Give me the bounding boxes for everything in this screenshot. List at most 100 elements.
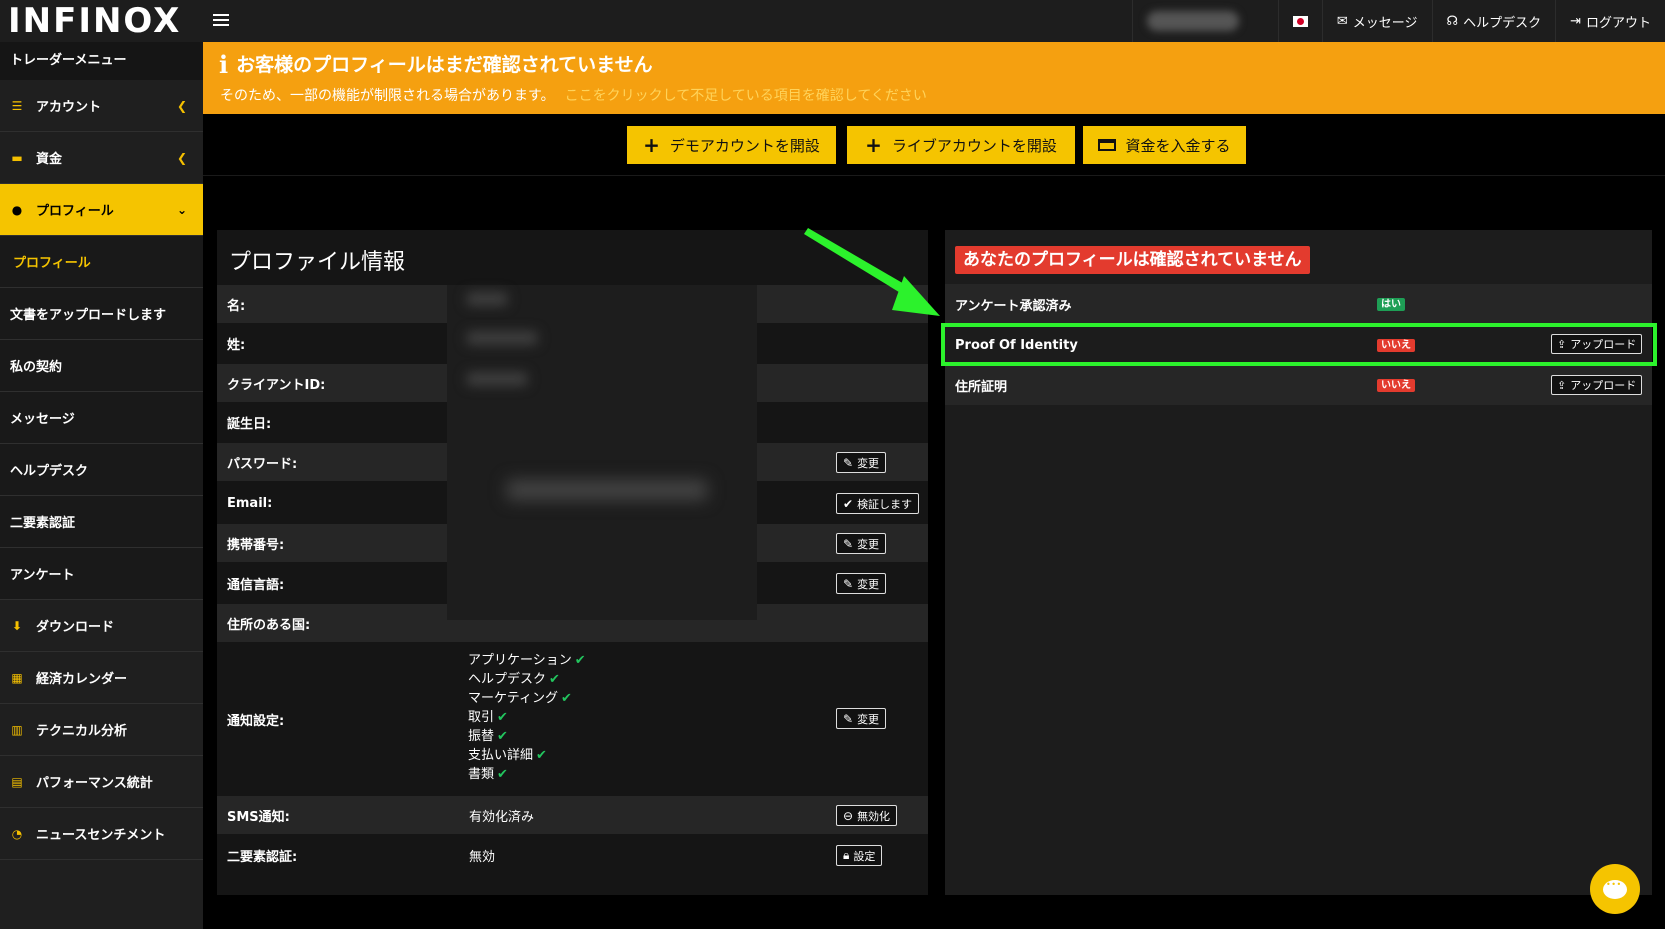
button-label: ライブアカウントを開設 <box>891 136 1057 155</box>
sidebar-item-label: ニュースセンチメント <box>36 828 166 843</box>
list-icon: ☰ <box>11 98 23 113</box>
jp-flag-icon <box>1292 15 1308 27</box>
user-account-menu[interactable] <box>1131 0 1278 42</box>
sidebar-item-label: アカウント <box>36 100 102 115</box>
sidebar-item-profile[interactable]: ● プロフィール ⌄ <box>0 184 203 236</box>
edit-icon: ✎ <box>843 455 854 470</box>
sidebar-item-label: 二要素認証 <box>10 516 76 531</box>
sidebar-subitem-my-contracts[interactable]: 私の契約 <box>0 340 203 392</box>
notification-item: 書類 ✔ <box>468 765 586 784</box>
open-live-account-button[interactable]: + ライブアカウントを開設 <box>847 126 1075 164</box>
user-icon: ● <box>11 202 23 217</box>
sidebar-item-label: 経済カレンダー <box>36 672 128 687</box>
sidebar-item-economic-calendar[interactable]: ▦ 経済カレンダー <box>0 652 203 704</box>
banner-title: お客様のプロフィールはまだ確認されていません <box>236 54 653 76</box>
sidebar-subitem-messages[interactable]: メッセージ <box>0 392 203 444</box>
toggle-icon: ⊖ <box>843 808 854 823</box>
check-icon: ✔ <box>536 748 547 763</box>
row-label: 誕生日: <box>227 416 272 432</box>
redacted-blob <box>467 332 537 344</box>
button-label: 変更 <box>857 456 880 470</box>
sidebar-subitem-survey[interactable]: アンケート <box>0 548 203 600</box>
sidebar-item-label: 資金 <box>36 152 63 167</box>
disable-sms-button[interactable]: ⊖ 無効化 <box>836 805 898 826</box>
sidebar-item-performance-stats[interactable]: ▤ パフォーマンス統計 <box>0 756 203 808</box>
sidebar-item-news-sentiment[interactable]: ◔ ニュースセンチメント <box>0 808 203 860</box>
check-icon: ✔ <box>843 496 854 511</box>
top-bar: INFINOX ✉ メッセージ ☊ ヘルプデスク ⇥ ログアウト <box>0 0 1665 42</box>
notification-list: アプリケーション ✔ ヘルプデスク ✔ マーケティング ✔ 取引 ✔ 振替 ✔ 支払い詳細… <box>468 651 586 784</box>
sidebar-subitem-helpdesk[interactable]: ヘルプデスク <box>0 444 203 496</box>
menu-toggle-icon[interactable] <box>213 11 229 29</box>
row-label: 二要素認証: <box>227 849 298 865</box>
button-label: デモアカウントを開設 <box>669 136 820 155</box>
notification-item: 取引 ✔ <box>468 708 586 727</box>
notification-label: ヘルプデスク <box>468 672 547 687</box>
row-label: 住所のある国: <box>227 617 311 633</box>
sidebar-item-label: 私の契約 <box>10 360 63 375</box>
sidebar-item-label: テクニカル分析 <box>36 724 128 739</box>
bar-chart-icon: ▥ <box>11 722 23 737</box>
sidebar-subitem-profile[interactable]: プロフィール <box>0 236 203 288</box>
sidebar-item-label: プロフィール <box>13 256 91 271</box>
notification-label: 書類 <box>468 767 495 782</box>
language-selector[interactable] <box>1277 0 1322 42</box>
verify-email-button[interactable]: ✔ 検証します <box>836 493 920 514</box>
sidebar-item-label: ヘルプデスク <box>10 464 89 479</box>
row-label: アンケート承認済み <box>955 298 1072 314</box>
button-label: 設定 <box>853 849 876 863</box>
notification-label: 振替 <box>468 729 495 744</box>
wallet-icon: ▬ <box>11 150 23 165</box>
verification-title: あなたのプロフィールは確認されていません <box>955 246 1310 274</box>
check-icon: ✔ <box>497 729 508 744</box>
logout-link[interactable]: ⇥ ログアウト <box>1555 0 1665 42</box>
button-label: 変更 <box>857 712 880 726</box>
upload-address-button[interactable]: ⇪ アップロード <box>1551 375 1643 395</box>
annotation-arrow-icon <box>804 228 940 316</box>
messages-link[interactable]: ✉ メッセージ <box>1321 0 1432 42</box>
notification-item: 支払い詳細 ✔ <box>468 746 586 765</box>
chat-button[interactable] <box>1590 864 1640 914</box>
infinox-logo[interactable]: INFINOX <box>8 0 181 42</box>
edit-icon: ✎ <box>843 711 854 726</box>
redacted-blob <box>467 373 527 385</box>
row-label: 姓: <box>227 337 246 353</box>
change-language-button[interactable]: ✎ 変更 <box>836 573 887 594</box>
open-demo-account-button[interactable]: + デモアカウントを開設 <box>627 126 836 164</box>
chevron-left-icon: ❮ <box>176 150 187 165</box>
change-mobile-button[interactable]: ✎ 変更 <box>836 533 887 554</box>
sidebar-item-label: ダウンロード <box>36 620 115 635</box>
sidebar-item-download[interactable]: ⬇ ダウンロード <box>0 600 203 652</box>
sidebar-item-label: 文書をアップロードします <box>10 308 167 323</box>
deposit-funds-button[interactable]: 資金を入金する <box>1083 126 1246 164</box>
sidebar-subitem-two-factor[interactable]: 二要素認証 <box>0 496 203 548</box>
sidebar-item-account[interactable]: ☰ アカウント ❮ <box>0 80 203 132</box>
sidebar-subitem-upload-documents[interactable]: 文書をアップロードします <box>0 288 203 340</box>
banner-missing-items-link[interactable]: ここをクリックして不足している項目を確認してください <box>565 88 927 104</box>
row-proof-of-address: 住所証明 いいえ ⇪ アップロード <box>945 365 1652 405</box>
helpdesk-label: ヘルプデスク <box>1463 15 1542 31</box>
sidebar: トレーダーメニュー ☰ アカウント ❮ ▬ 資金 ❮ ● プロフィール ⌄ プロ… <box>0 42 203 929</box>
sidebar-header: トレーダーメニュー <box>0 42 203 80</box>
button-label: 変更 <box>857 537 880 551</box>
status-badge: はい <box>1377 298 1405 311</box>
sidebar-item-label: メッセージ <box>10 412 75 427</box>
edit-icon: ✎ <box>843 576 854 591</box>
highlight-box <box>941 323 1657 366</box>
sidebar-item-funds[interactable]: ▬ 資金 ❮ <box>0 132 203 184</box>
row-survey-approved: アンケート承認済み はい <box>945 284 1652 324</box>
sidebar-item-technical-analysis[interactable]: ▥ テクニカル分析 <box>0 704 203 756</box>
profile-info-title: プロファイル情報 <box>229 250 406 275</box>
helpdesk-link[interactable]: ☊ ヘルプデスク <box>1431 0 1556 42</box>
status-badge: いいえ <box>1377 379 1415 392</box>
sms-status-value: 有効化済み <box>469 809 535 825</box>
notification-item: アプリケーション ✔ <box>468 651 586 670</box>
calendar-icon: ▦ <box>11 670 23 685</box>
change-password-button[interactable]: ✎ 変更 <box>836 452 887 473</box>
info-icon: i <box>219 50 229 79</box>
setup-two-factor-button[interactable]: 🔒︎ 設定 <box>836 845 883 866</box>
change-notifications-button[interactable]: ✎ 変更 <box>836 708 887 729</box>
banner-text-wrap: そのため、一部の機能が制限される場合があります。 ここをクリックして不足している項… <box>220 85 927 105</box>
row-label: パスワード: <box>227 456 298 472</box>
notification-label: 支払い詳細 <box>468 748 534 763</box>
